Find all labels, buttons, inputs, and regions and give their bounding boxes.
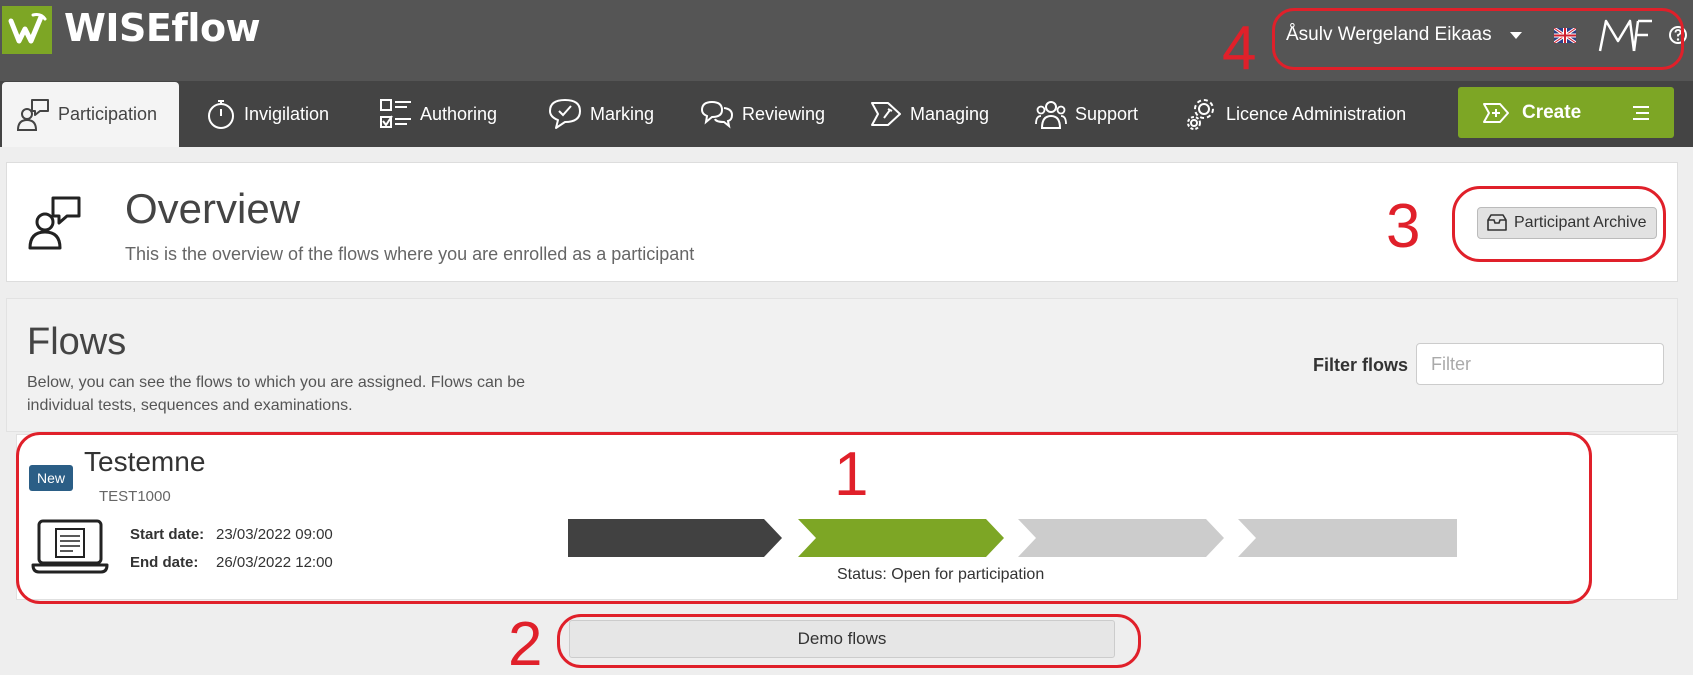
top-bar: WISEflow Åsulv Wergeland Eikaas MF bbox=[0, 0, 1693, 81]
nav-tab-invigilation[interactable]: Invigilation bbox=[206, 81, 329, 147]
logo-mark-icon bbox=[8, 13, 47, 44]
flows-description: Below, you can see the flows to which yo… bbox=[27, 374, 526, 414]
uk-flag-icon[interactable] bbox=[1553, 27, 1576, 43]
start-date-label: Start date: bbox=[130, 526, 205, 543]
tool-icon bbox=[871, 102, 901, 126]
annotation-number-3: 3 bbox=[1386, 192, 1421, 261]
nav-label: Reviewing bbox=[742, 103, 826, 124]
participant-large-icon bbox=[28, 196, 81, 250]
nav-label: Invigilation bbox=[244, 103, 330, 124]
filter-label: Filter flows bbox=[1313, 355, 1409, 375]
archive-label: Participant Archive bbox=[1514, 214, 1647, 231]
start-date-value: 23/03/2022 09:00 bbox=[216, 526, 333, 543]
participant-archive-button[interactable]: Participant Archive bbox=[1477, 207, 1657, 239]
svg-text:MF: MF bbox=[1598, 17, 1621, 21]
wiseflow-logo[interactable] bbox=[2, 6, 52, 54]
nav-label: Participation bbox=[58, 104, 158, 124]
flow-code: TEST1000 bbox=[99, 488, 171, 505]
page-title: Overview bbox=[125, 185, 301, 232]
phase-step bbox=[1238, 519, 1457, 557]
phase-step bbox=[1018, 519, 1224, 557]
flows-panel: Flows Below, you can see the flows to wh… bbox=[6, 298, 1678, 432]
nav-tab-licence-administration[interactable]: Licence Administration bbox=[1186, 81, 1406, 147]
nav-tab-participation[interactable]: Participation bbox=[2, 82, 179, 147]
page-subtitle: This is the overview of the flows where … bbox=[125, 244, 695, 264]
nav-tab-reviewing[interactable]: Reviewing bbox=[700, 81, 825, 147]
phase-progress bbox=[568, 519, 1457, 557]
filter-input[interactable] bbox=[1416, 343, 1664, 385]
user-menu: Åsulv Wergeland Eikaas MF bbox=[1286, 18, 1688, 52]
participant-icon bbox=[16, 98, 49, 131]
start-date-row: Start date: 23/03/2022 09:00 bbox=[130, 526, 333, 543]
nav-label: Support bbox=[1075, 103, 1139, 124]
flows-heading: Flows bbox=[27, 321, 127, 363]
nav-label: Marking bbox=[590, 103, 655, 124]
gears-icon bbox=[1187, 99, 1214, 130]
help-icon[interactable] bbox=[1668, 25, 1688, 45]
annotation-number-1: 1 bbox=[834, 440, 869, 509]
phase-step bbox=[798, 519, 1004, 557]
demo-flows-button[interactable]: Demo flows bbox=[569, 620, 1115, 658]
checklist-icon bbox=[380, 99, 411, 128]
flow-title[interactable]: Testemne bbox=[84, 446, 205, 478]
speech-bubbles-icon bbox=[700, 100, 734, 129]
overview-panel: Overview This is the overview of the flo… bbox=[6, 162, 1678, 282]
phase-step bbox=[568, 519, 782, 557]
archive-box-icon bbox=[1487, 214, 1507, 231]
speech-check-icon bbox=[549, 99, 581, 129]
nav-label: Managing bbox=[910, 103, 990, 124]
app-name: WISEflow bbox=[64, 6, 261, 50]
annotation-number-2: 2 bbox=[508, 610, 543, 675]
people-icon bbox=[1035, 101, 1067, 129]
create-flow-icon bbox=[1483, 102, 1509, 123]
end-date-label: End date: bbox=[130, 554, 199, 571]
nav-tab-authoring[interactable]: Authoring bbox=[380, 81, 497, 147]
nav-label: Authoring bbox=[420, 103, 498, 124]
laptop-exam-icon bbox=[31, 519, 109, 574]
stopwatch-icon bbox=[208, 100, 234, 129]
user-name[interactable]: Åsulv Wergeland Eikaas bbox=[1286, 24, 1492, 46]
end-date-row: End date: 26/03/2022 12:00 bbox=[130, 554, 333, 571]
new-badge: New bbox=[29, 465, 73, 491]
create-label: Create bbox=[1522, 101, 1582, 123]
annotation-number-4: 4 bbox=[1222, 14, 1257, 83]
nav-tab-managing[interactable]: Managing bbox=[870, 81, 989, 147]
flow-status: Status: Open for participation bbox=[837, 566, 1045, 583]
chevron-down-icon[interactable] bbox=[1509, 31, 1522, 39]
nav-tab-marking[interactable]: Marking bbox=[548, 81, 654, 147]
nav-label: Licence Administration bbox=[1226, 103, 1407, 124]
main-nav: Participation Invigilation Authoring Mar… bbox=[0, 81, 1693, 147]
user-avatar-monogram[interactable]: MF bbox=[1598, 17, 1654, 53]
create-button[interactable]: Create bbox=[1458, 87, 1674, 138]
nav-tab-support[interactable]: Support bbox=[1035, 81, 1138, 147]
end-date-value: 26/03/2022 12:00 bbox=[216, 554, 333, 571]
menu-icon[interactable] bbox=[1632, 105, 1650, 121]
